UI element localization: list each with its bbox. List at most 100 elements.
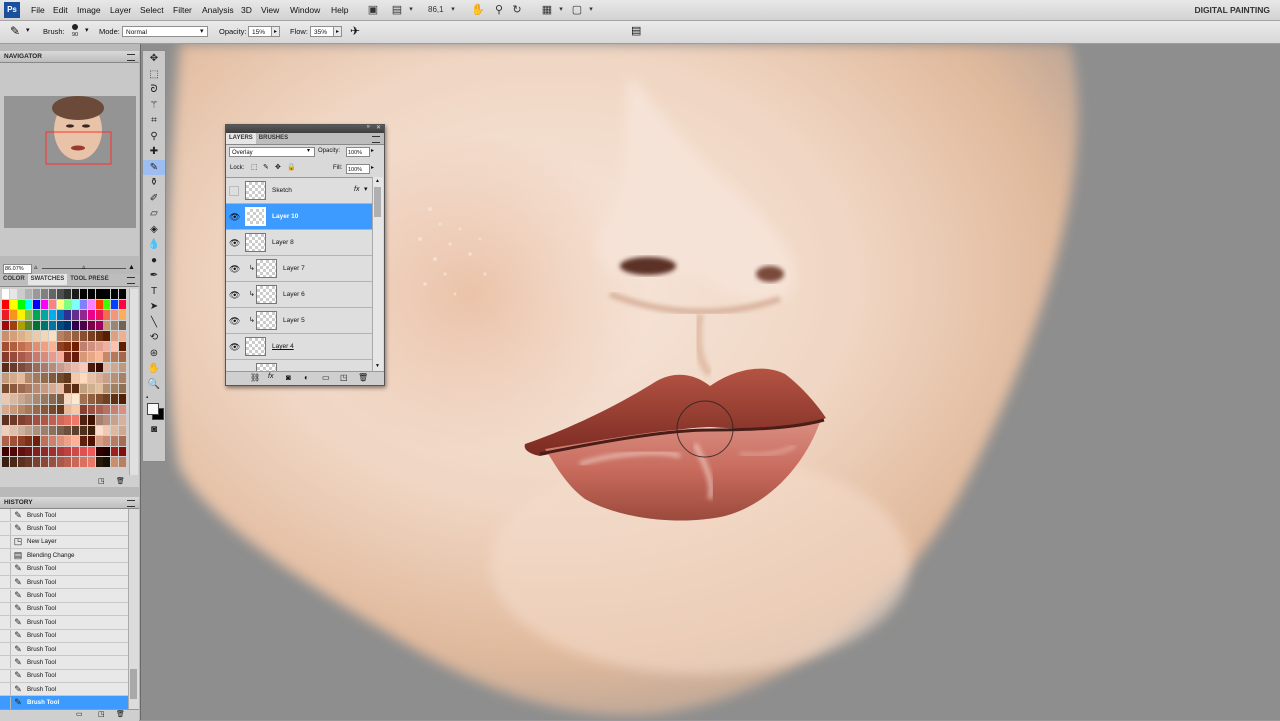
swatch[interactable] <box>9 299 17 310</box>
layer-row-layer-10[interactable]: 👁 Layer 10 <box>226 204 372 230</box>
swatch[interactable] <box>95 404 103 415</box>
swatch[interactable] <box>64 352 72 362</box>
swatch[interactable] <box>87 394 95 404</box>
swatch[interactable] <box>64 289 72 299</box>
swatch[interactable] <box>33 362 41 373</box>
swatch[interactable] <box>2 289 9 299</box>
chevron-down-icon[interactable]: ▾ <box>26 26 30 34</box>
swatch[interactable] <box>95 289 103 299</box>
swatch[interactable] <box>17 299 25 310</box>
swatch[interactable] <box>33 310 41 320</box>
menu-analysis[interactable]: Analysis <box>202 0 234 20</box>
panel-menu-icon[interactable] <box>127 277 135 284</box>
history-item[interactable]: ✎ Brush Tool <box>0 656 128 670</box>
swatch[interactable] <box>48 289 56 299</box>
swatch[interactable] <box>87 457 95 467</box>
swatch[interactable] <box>111 310 119 320</box>
flow-slider-arrow-icon[interactable]: ▸ <box>333 26 342 37</box>
swatch[interactable] <box>2 457 9 467</box>
swatch[interactable] <box>80 404 87 415</box>
swatch[interactable] <box>48 320 56 331</box>
new-layer-icon[interactable]: ◳ <box>340 373 348 382</box>
swatch[interactable] <box>80 373 87 383</box>
swatch[interactable] <box>56 425 64 436</box>
swatch[interactable] <box>17 362 25 373</box>
brush-tool-icon[interactable]: ✎ <box>143 159 165 175</box>
swatch[interactable] <box>2 310 9 320</box>
swatch[interactable] <box>9 352 17 362</box>
rotate-view-icon[interactable]: ↻ <box>510 3 524 17</box>
swatch[interactable] <box>119 383 126 394</box>
swatch[interactable] <box>25 383 33 394</box>
move-tool-icon[interactable]: ✥ <box>143 51 165 67</box>
hand-tool-icon[interactable]: ✋ <box>471 3 485 17</box>
adjustment-layer-icon[interactable]: ◐ <box>304 373 309 382</box>
swatch[interactable] <box>95 457 103 467</box>
swatch[interactable] <box>17 446 25 457</box>
swatch[interactable] <box>56 362 64 373</box>
swatch[interactable] <box>80 394 87 404</box>
swatch[interactable] <box>87 436 95 446</box>
swatch[interactable] <box>87 320 95 331</box>
swatch[interactable] <box>17 289 25 299</box>
swatch[interactable] <box>95 383 103 394</box>
swatch[interactable] <box>2 415 9 425</box>
swatch[interactable] <box>9 436 17 446</box>
swatch[interactable] <box>17 404 25 415</box>
swatch[interactable] <box>2 320 9 331</box>
tab-color[interactable]: COLOR <box>0 274 28 285</box>
opacity-slider-arrow-icon[interactable]: ▸ <box>271 26 280 37</box>
swatch[interactable] <box>25 310 33 320</box>
menu-layer[interactable]: Layer <box>110 0 131 20</box>
chevron-down-icon[interactable]: ▾ <box>364 185 368 193</box>
menu-window[interactable]: Window <box>290 0 320 20</box>
blur-tool-icon[interactable]: 💧 <box>143 237 165 253</box>
swatch[interactable] <box>9 362 17 373</box>
swatch[interactable] <box>41 341 48 352</box>
eye-icon[interactable]: 👁 <box>229 316 240 326</box>
swatch[interactable] <box>119 341 126 352</box>
swatch[interactable] <box>9 310 17 320</box>
swatch[interactable] <box>48 299 56 310</box>
swatch[interactable] <box>25 457 33 467</box>
swatch[interactable] <box>33 299 41 310</box>
history-item[interactable]: ✎ Brush Tool <box>0 575 128 590</box>
swatch[interactable] <box>119 373 126 383</box>
brush-preview-icon[interactable] <box>72 24 78 30</box>
swatch[interactable] <box>41 362 48 373</box>
history-source-checkbox[interactable] <box>0 643 11 656</box>
swatch[interactable] <box>2 425 9 436</box>
type-tool-icon[interactable]: T <box>143 284 165 300</box>
swatch[interactable] <box>64 457 72 467</box>
menu-image[interactable]: Image <box>77 0 101 20</box>
swatch[interactable] <box>2 383 9 394</box>
screen-mode-icon[interactable]: ▢ <box>570 3 584 17</box>
swatch[interactable] <box>17 394 25 404</box>
swatch[interactable] <box>9 446 17 457</box>
history-item[interactable]: ✎ Brush Tool <box>0 669 128 684</box>
lock-transparency-icon[interactable]: ⬚ <box>251 163 258 171</box>
path-selection-tool-icon[interactable]: ➤ <box>143 299 165 315</box>
swatch[interactable] <box>41 289 48 299</box>
swatch[interactable] <box>119 299 126 310</box>
menu-3d[interactable]: 3D <box>241 0 252 20</box>
history-source-checkbox[interactable] <box>0 509 11 522</box>
swatch[interactable] <box>103 310 111 320</box>
swatch[interactable] <box>87 352 95 362</box>
layer-row-layer-5[interactable]: 👁 ↳ Layer 5 <box>226 308 372 334</box>
swatch[interactable] <box>95 341 103 352</box>
swatch[interactable] <box>64 446 72 457</box>
swatch[interactable] <box>41 415 48 425</box>
swatch[interactable] <box>72 457 80 467</box>
swatch[interactable] <box>17 373 25 383</box>
layer-effects-icon[interactable]: fx <box>354 186 359 193</box>
swatch[interactable] <box>48 362 56 373</box>
zoom-tool-icon[interactable]: ⚲ <box>492 3 506 17</box>
swatch[interactable] <box>103 362 111 373</box>
arrange-documents-icon[interactable]: ▦ <box>540 3 554 17</box>
swatch[interactable] <box>80 299 87 310</box>
flow-field[interactable]: 35% <box>310 26 334 37</box>
swatch[interactable] <box>95 425 103 436</box>
add-layer-style-icon[interactable]: fx <box>268 373 273 380</box>
history-item[interactable]: ✎ Brush Tool <box>0 642 128 657</box>
